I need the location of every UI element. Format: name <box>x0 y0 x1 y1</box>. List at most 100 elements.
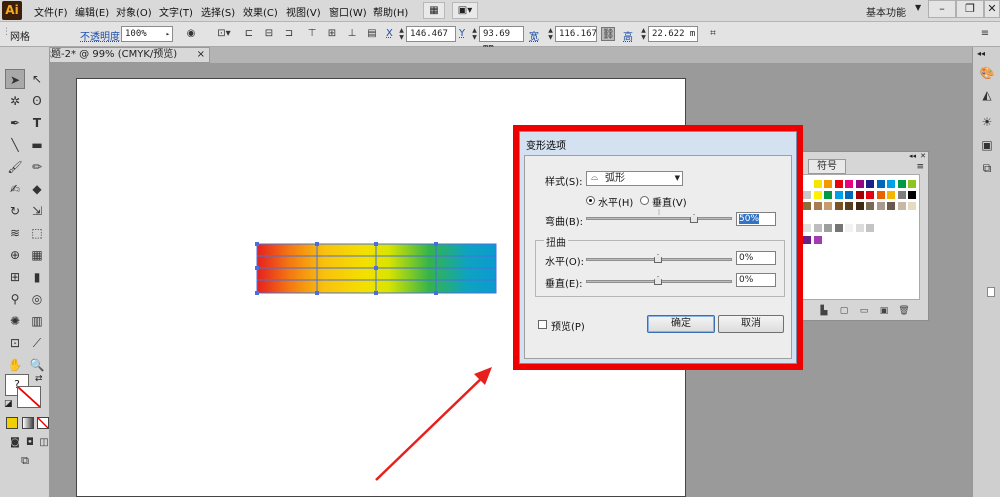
appearance-panel-icon[interactable]: ☀ <box>979 114 995 130</box>
swatch[interactable] <box>802 201 812 211</box>
menu-view[interactable]: 视图(V) <box>286 4 321 19</box>
align-center-icon[interactable]: ⊟ <box>262 27 276 41</box>
horizontal-radio[interactable] <box>586 196 595 205</box>
swatch[interactable] <box>875 179 886 189</box>
swatch[interactable] <box>896 201 907 211</box>
mesh-tool-icon[interactable]: ⊞ <box>5 267 25 287</box>
arrange-documents-button[interactable]: ▣▾ <box>452 2 478 19</box>
y-stepper[interactable]: ▲ ▼ <box>471 27 478 41</box>
swap-fill-stroke-icon[interactable]: ⇄ <box>35 374 43 384</box>
swatch[interactable] <box>886 179 896 189</box>
graph-tool-icon[interactable]: ▥ <box>27 311 47 331</box>
swatch[interactable] <box>886 190 896 200</box>
blend-tool-icon[interactable]: ◎ <box>27 289 47 309</box>
none-mode-icon[interactable] <box>37 417 49 429</box>
restore-button[interactable]: ❐ <box>956 0 984 18</box>
eyedropper-tool-icon[interactable]: ⚲ <box>5 289 25 309</box>
close-icon[interactable]: ✕ <box>920 152 926 160</box>
align-top-icon[interactable]: ⊤ <box>305 27 319 41</box>
swatch[interactable] <box>896 179 907 189</box>
swatch[interactable] <box>854 179 865 189</box>
isolate-icon[interactable]: ⌗ <box>706 27 720 41</box>
bridge-button[interactable]: ▦ <box>423 2 445 19</box>
line-tool-icon[interactable]: ╲ <box>5 135 25 155</box>
align-right-icon[interactable]: ⊐ <box>282 27 296 41</box>
swatch[interactable] <box>854 223 865 233</box>
screen-mode-icon[interactable]: ⧉ <box>15 451 35 471</box>
swatch[interactable] <box>844 190 854 200</box>
swatch[interactable] <box>823 201 833 211</box>
preview-checkbox[interactable] <box>538 320 547 329</box>
height-input[interactable]: 22.622 m <box>648 26 698 42</box>
swatch[interactable] <box>812 190 823 200</box>
swatch-kinds-icon[interactable]: ▢ <box>838 305 850 317</box>
stroke-none-box[interactable] <box>17 386 41 408</box>
height-stepper[interactable]: ▲ ▼ <box>640 27 647 41</box>
document-tab[interactable]: 未标题-2* @ 99% (CMYK/预览) × <box>24 47 210 63</box>
swatch[interactable] <box>812 223 823 233</box>
width-input[interactable]: 116.167 <box>555 26 597 42</box>
lasso-tool-icon[interactable]: ʘ <box>27 91 47 111</box>
close-icon[interactable]: × <box>197 48 205 62</box>
swatch[interactable] <box>812 201 823 211</box>
menu-help[interactable]: 帮助(H) <box>373 4 408 19</box>
height-link[interactable]: 高 <box>623 28 633 43</box>
y-input[interactable]: 93.69 mm <box>479 26 524 53</box>
align-bottom-icon[interactable]: ⊥ <box>345 27 359 41</box>
magic-wand-tool-icon[interactable]: ✲ <box>5 91 25 111</box>
paintbrush-tool-icon[interactable]: 🖌 <box>5 157 25 177</box>
swatch[interactable] <box>865 179 875 189</box>
distort-vertical-input[interactable]: 0% <box>736 273 776 287</box>
align-left-icon[interactable]: ⊏ <box>242 27 256 41</box>
x-stepper[interactable]: ▲ ▼ <box>398 27 405 41</box>
swatch[interactable] <box>812 235 823 245</box>
gradient-mode-icon[interactable] <box>22 417 34 429</box>
hand-tool-icon[interactable]: ✋ <box>5 355 25 375</box>
shape-builder-tool-icon[interactable]: ⊕ <box>5 245 25 265</box>
swatch[interactable] <box>865 223 875 233</box>
align-to-icon[interactable]: ⊡▾ <box>214 27 234 41</box>
scale-tool-icon[interactable]: ⇲ <box>27 201 47 221</box>
swatch[interactable] <box>844 179 854 189</box>
x-input[interactable]: 146.467 <box>406 26 456 42</box>
width-link[interactable]: 宽 <box>529 28 539 43</box>
swatch[interactable] <box>854 201 865 211</box>
ok-button[interactable]: 确定 <box>647 315 715 333</box>
panel-menu-icon[interactable]: ≡ <box>978 27 992 41</box>
swatch[interactable] <box>896 190 907 200</box>
chevron-down-icon[interactable]: ▼ <box>915 3 921 12</box>
menu-window[interactable]: 窗口(W) <box>329 4 367 19</box>
artboard-tool-icon[interactable]: ⊡ <box>5 333 25 353</box>
pencil-tool-icon[interactable]: ✏ <box>27 157 47 177</box>
opacity-link[interactable]: 不透明度 <box>80 28 120 43</box>
bend-slider[interactable] <box>586 217 732 220</box>
swatch[interactable] <box>823 190 833 200</box>
swatch[interactable] <box>823 223 833 233</box>
perspective-grid-tool-icon[interactable]: ▦ <box>27 245 47 265</box>
vertical-radio[interactable] <box>640 196 649 205</box>
swatch[interactable] <box>802 190 812 200</box>
slice-tool-icon[interactable]: ⟋ <box>27 333 47 353</box>
swatch-library-icon[interactable]: ▙ <box>818 305 830 317</box>
symbol-sprayer-tool-icon[interactable]: ✺ <box>5 311 25 331</box>
menu-effect[interactable]: 效果(C) <box>243 4 278 19</box>
color-guide-icon[interactable]: ◭ <box>979 87 995 103</box>
swatch[interactable] <box>907 190 917 200</box>
swatch[interactable] <box>802 179 812 189</box>
cancel-button[interactable]: 取消 <box>718 315 784 333</box>
symbols-tab[interactable]: 符号 <box>808 159 846 174</box>
swatch[interactable] <box>865 190 875 200</box>
distort-horizontal-input[interactable]: 0% <box>736 251 776 265</box>
width-stepper[interactable]: ▲ ▼ <box>547 27 554 41</box>
link-icon[interactable]: ⛓ <box>601 27 615 41</box>
collapse-icon[interactable]: ◂◂ <box>909 152 916 160</box>
menu-file[interactable]: 文件(F) <box>34 4 68 19</box>
opacity-input[interactable]: 100% ▸ <box>121 26 173 42</box>
menu-object[interactable]: 对象(O) <box>116 4 152 19</box>
menu-type[interactable]: 文字(T) <box>159 4 193 19</box>
transform-panel-icon[interactable]: ▤ <box>365 27 379 41</box>
menu-select[interactable]: 选择(S) <box>201 4 235 19</box>
scrollbar-thumb[interactable] <box>987 287 995 297</box>
eraser-tool-icon[interactable]: ◆ <box>27 179 47 199</box>
swatch[interactable] <box>865 201 875 211</box>
